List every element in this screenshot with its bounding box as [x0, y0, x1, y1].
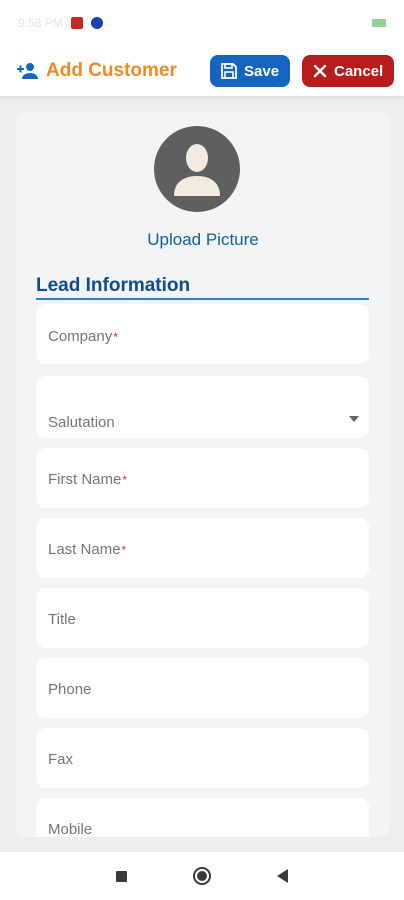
home-icon[interactable]: [193, 867, 211, 885]
person-placeholder-icon: [174, 144, 220, 196]
back-icon[interactable]: [277, 869, 288, 883]
customer-form-card: Upload Picture Lead Information Company*…: [16, 112, 390, 837]
section-title: Lead Information: [36, 275, 191, 296]
battery-icon: [372, 19, 386, 27]
required-marker: *: [122, 473, 128, 487]
salutation-dropdown[interactable]: Salutation: [36, 376, 369, 438]
field-label: Fax: [48, 751, 74, 768]
cancel-button-label: Cancel: [334, 62, 384, 80]
section-divider: [36, 298, 369, 300]
app-notification-icon: [70, 17, 83, 29]
recent-apps-icon[interactable]: [116, 870, 127, 882]
system-nav-bar: [0, 852, 404, 900]
app-header: Add Customer Save Cancel: [0, 46, 404, 96]
upload-picture-link[interactable]: Upload Picture: [16, 230, 390, 250]
field-label: Title: [48, 611, 76, 628]
save-button[interactable]: Save: [210, 55, 290, 87]
company-field[interactable]: Company*: [36, 304, 369, 364]
fax-field[interactable]: Fax: [36, 728, 369, 788]
save-icon: [221, 63, 237, 79]
required-marker: *: [113, 330, 118, 344]
avatar[interactable]: [154, 126, 240, 212]
field-label: Mobile: [48, 821, 93, 837]
phone-field[interactable]: Phone: [36, 658, 369, 718]
chevron-down-icon: [349, 416, 359, 422]
field-label: Company*: [48, 328, 118, 345]
page-title-text: Add Customer: [46, 60, 177, 81]
field-label: Salutation: [48, 414, 115, 431]
field-label: Last Name*: [48, 541, 127, 558]
first-name-field[interactable]: First Name*: [36, 448, 369, 508]
browser-notification-icon: [90, 17, 103, 29]
field-label: First Name*: [48, 471, 128, 488]
add-person-icon: [17, 63, 38, 79]
save-button-label: Save: [244, 62, 280, 80]
title-field[interactable]: Title: [36, 588, 369, 648]
status-time: 9:58 PM: [18, 16, 63, 30]
field-label: Phone: [48, 681, 92, 698]
status-bar: 9:58 PM: [0, 0, 404, 46]
close-icon: [313, 64, 327, 78]
mobile-field[interactable]: Mobile: [36, 798, 369, 837]
last-name-field[interactable]: Last Name*: [36, 518, 369, 578]
required-marker: *: [121, 543, 127, 557]
cancel-button[interactable]: Cancel: [302, 55, 394, 87]
page-title: Add Customer: [16, 60, 177, 82]
